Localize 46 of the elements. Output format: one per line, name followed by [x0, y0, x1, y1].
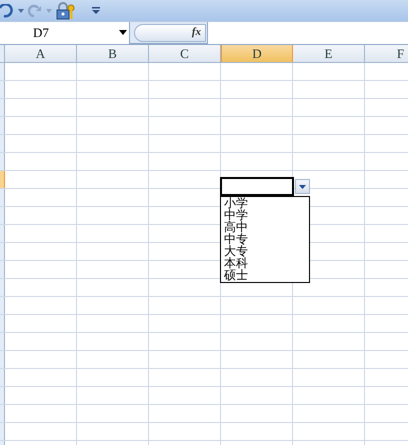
row-header[interactable]	[0, 315, 5, 332]
undo-icon[interactable]	[0, 4, 14, 18]
caret-icon	[299, 184, 306, 188]
row-header[interactable]	[0, 99, 5, 116]
formula-input[interactable]	[207, 22, 408, 44]
column-header[interactable]: A	[5, 45, 77, 62]
column-header[interactable]: C	[149, 45, 221, 62]
row-header[interactable]	[0, 171, 5, 188]
row-header[interactable]	[0, 369, 5, 386]
list-item[interactable]: 小学	[224, 197, 248, 209]
list-item[interactable]: 中专	[224, 233, 248, 245]
list-item[interactable]: 本科	[224, 257, 248, 269]
dropdown-button[interactable]	[295, 179, 310, 194]
row-header[interactable]	[0, 81, 5, 98]
row-header[interactable]	[0, 135, 5, 152]
row-header[interactable]	[0, 117, 5, 134]
redo-icon[interactable]	[28, 4, 42, 18]
row-header[interactable]	[0, 225, 5, 242]
row-header[interactable]	[0, 279, 5, 296]
row-header[interactable]	[0, 63, 5, 80]
row-header[interactable]	[0, 189, 5, 206]
row-header[interactable]	[0, 405, 5, 422]
row-header[interactable]	[0, 207, 5, 224]
caret-icon[interactable]	[119, 30, 127, 35]
row-header[interactable]	[0, 243, 5, 260]
row-header[interactable]	[0, 387, 5, 404]
list-item[interactable]: 大专	[224, 245, 248, 257]
list-item[interactable]: 高中	[224, 221, 248, 233]
select-all-button[interactable]	[0, 45, 5, 62]
row-header[interactable]	[0, 333, 5, 350]
row-header[interactable]	[0, 297, 5, 314]
column-header[interactable]: E	[293, 45, 365, 62]
active-cell[interactable]	[220, 177, 294, 196]
row-header[interactable]	[0, 423, 5, 440]
column-header[interactable]: F	[365, 45, 408, 62]
name-box[interactable]: D7	[0, 22, 130, 44]
function-button[interactable]: fx	[134, 24, 206, 42]
customize-icon[interactable]	[92, 7, 100, 14]
lock-key-icon[interactable]	[56, 2, 76, 20]
column-header[interactable]: B	[77, 45, 149, 62]
list-item[interactable]: 中学	[224, 209, 248, 221]
row-header[interactable]	[0, 153, 5, 170]
row-header[interactable]	[0, 351, 5, 368]
column-header[interactable]: D	[221, 45, 293, 62]
list-item[interactable]: 硕士	[224, 269, 248, 281]
row-header[interactable]	[0, 261, 5, 278]
